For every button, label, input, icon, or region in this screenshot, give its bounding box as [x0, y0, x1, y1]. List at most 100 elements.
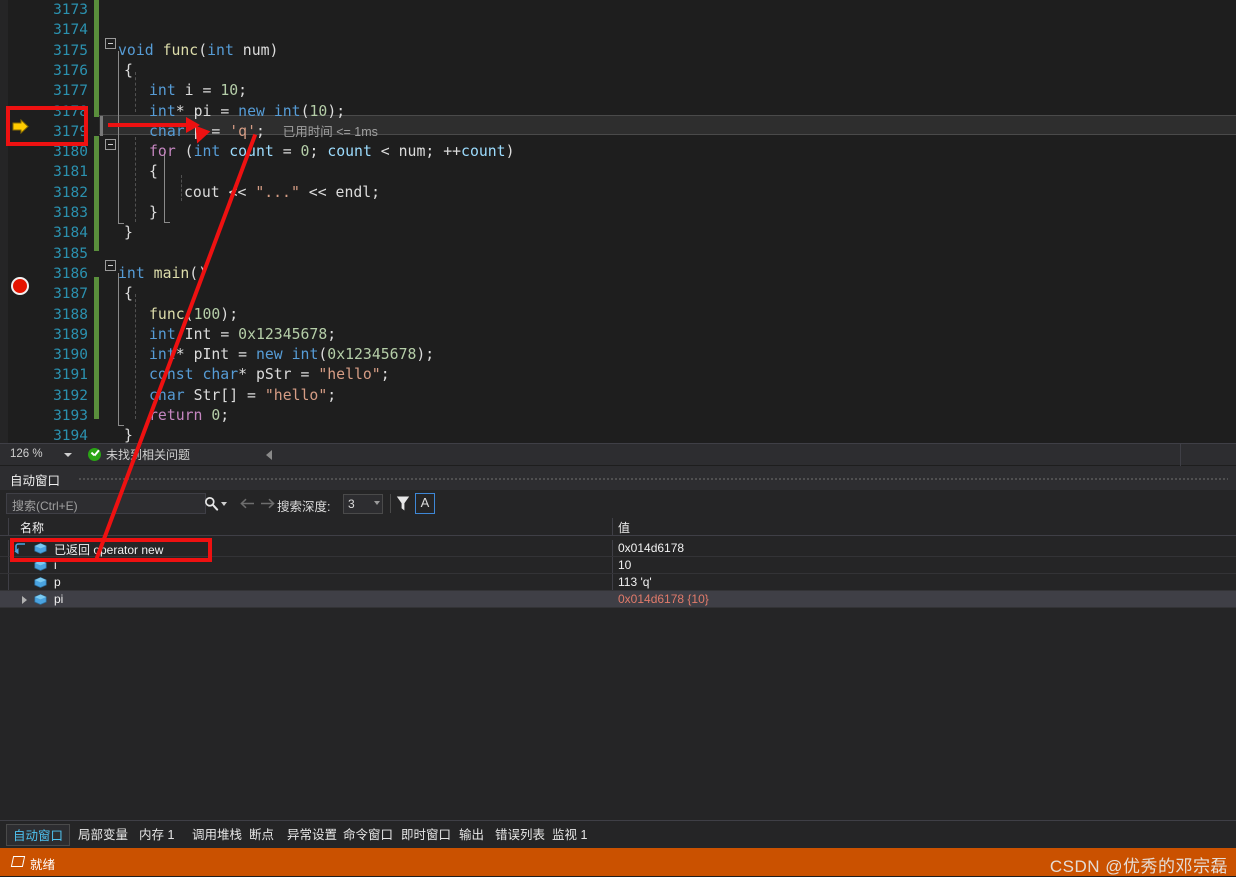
- code-text-area[interactable]: void func(int num) { int i = 10; int* pi…: [104, 0, 1236, 443]
- code-line-3181: {: [149, 163, 158, 181]
- column-header-value[interactable]: 值: [618, 519, 630, 536]
- change-bar: [94, 277, 99, 419]
- code-line-3178: int* pi = new int(10);: [149, 102, 346, 120]
- autos-panel-title-bar: 自动窗口: [0, 466, 1236, 490]
- tab-exception-settings[interactable]: 异常设置: [281, 824, 343, 846]
- match-case-button[interactable]: A: [415, 493, 435, 514]
- tab-watch-1[interactable]: 监视 1: [546, 824, 593, 846]
- chevron-down-icon: [64, 453, 72, 457]
- autos-panel: 自动窗口 搜索(Ctrl+E) 搜索深度: 3 A 名称 值 已返回 opera…: [0, 466, 1236, 820]
- code-line-3191: const char* pStr = "hello";: [149, 366, 390, 384]
- change-bar: [94, 0, 99, 117]
- issues-status-label: 未找到相关问题: [106, 448, 191, 462]
- table-row[interactable]: pi 0x014d6178 {10}: [0, 591, 1236, 608]
- indent-guide: [135, 137, 136, 222]
- annotation-box-returned-row: [10, 538, 212, 562]
- line-number-gutter: 3173 3174 3175 3176 3177 3178 3179 3180 …: [32, 0, 92, 443]
- status-text: 就绪: [30, 858, 56, 872]
- tab-output[interactable]: 输出: [453, 824, 490, 846]
- variable-value[interactable]: 113 'q': [618, 575, 652, 589]
- line-number: 3173: [53, 2, 88, 18]
- status-bar: 就绪 CSDN @优秀的邓宗磊: [0, 848, 1236, 876]
- annotation-arrow-shaft: [108, 123, 190, 127]
- variables-grid-header: 名称 值: [0, 518, 1236, 536]
- search-options-chevron-down-icon[interactable]: [221, 502, 227, 506]
- no-issues-check-icon: [88, 448, 101, 461]
- line-number: 3193: [53, 408, 88, 424]
- search-depth-label: 搜索深度:: [277, 500, 331, 514]
- grid-column-splitter[interactable]: [612, 518, 613, 535]
- zoom-level-label: 126 %: [10, 448, 43, 460]
- nav-back-arrow-icon[interactable]: [239, 496, 256, 511]
- status-separator: [1180, 444, 1181, 466]
- row-left-divider: [8, 540, 9, 556]
- search-placeholder: 搜索(Ctrl+E): [12, 499, 78, 513]
- annotation-box-current-line: [6, 106, 88, 146]
- variable-value[interactable]: 0x014d6178 {10}: [618, 592, 709, 606]
- code-line-3184: }: [124, 224, 133, 242]
- line-number: 3190: [53, 347, 88, 364]
- line-number: 3181: [53, 164, 88, 181]
- row-column-divider: [612, 540, 613, 556]
- title-dot-fill: [78, 477, 1228, 480]
- block-bracket: [118, 51, 119, 223]
- fold-collapse-icon[interactable]: [105, 260, 116, 271]
- nav-forward-arrow-icon[interactable]: [259, 496, 276, 511]
- column-header-name[interactable]: 名称: [20, 519, 44, 536]
- line-number: 3187: [53, 286, 88, 303]
- indent-guide: [181, 175, 182, 201]
- variable-value[interactable]: 10: [618, 558, 631, 572]
- variable-value[interactable]: 0x014d6178: [618, 541, 684, 555]
- code-line-3193: return 0;: [149, 407, 230, 424]
- indent-guide: [135, 72, 136, 112]
- line-number: 3183: [53, 205, 88, 221]
- match-case-label: A: [420, 495, 430, 510]
- tab-immediate-window[interactable]: 即时窗口: [395, 824, 457, 846]
- code-line-3177: int i = 10;: [149, 82, 248, 100]
- search-icon[interactable]: [204, 496, 219, 511]
- row-column-divider: [612, 574, 613, 590]
- line-number: 3188: [53, 306, 88, 323]
- line-number: 3191: [53, 367, 88, 384]
- search-depth-chevron-down-icon[interactable]: [374, 501, 380, 505]
- tab-call-stack[interactable]: 调用堆栈: [186, 824, 248, 846]
- change-bar: [94, 136, 99, 251]
- filter-funnel-icon[interactable]: [396, 495, 410, 512]
- tab-locals[interactable]: 局部变量: [72, 824, 134, 846]
- block-bracket: [164, 152, 165, 222]
- line-number: 3185: [53, 245, 88, 262]
- grid-header-divider: [8, 518, 9, 535]
- vs-debugger-window: 3173 3174 3175 3176 3177 3178 3179 3180 …: [0, 0, 1236, 876]
- tab-error-list[interactable]: 错误列表: [489, 824, 551, 846]
- line-number: 3177: [53, 83, 88, 100]
- csdn-watermark: CSDN @优秀的邓宗磊: [1049, 857, 1228, 876]
- code-line-3176: {: [124, 61, 133, 79]
- line-number: 3175: [53, 42, 88, 59]
- row-column-divider: [612, 557, 613, 573]
- fold-collapse-icon[interactable]: [105, 139, 116, 150]
- breakpoint-icon[interactable]: [11, 277, 29, 295]
- elapsed-time-hint: 已用时间 <= 1ms: [282, 124, 378, 139]
- fold-collapse-icon[interactable]: [105, 38, 116, 49]
- search-depth-value: 3: [348, 497, 355, 511]
- tab-autos[interactable]: 自动窗口: [6, 824, 71, 846]
- search-input[interactable]: 搜索(Ctrl+E): [6, 493, 206, 514]
- code-line-3192: char Str[] = "hello";: [149, 386, 337, 404]
- code-line-3182: cout << "..." << endl;: [184, 183, 381, 201]
- tab-command-window[interactable]: 命令窗口: [337, 824, 399, 846]
- editor-indicator-margin[interactable]: [8, 0, 32, 443]
- code-line-3188: func(100);: [149, 305, 239, 323]
- issues-prev-arrow-icon[interactable]: [266, 450, 272, 460]
- current-line-edge-marker: [100, 116, 103, 137]
- expand-triangle-icon[interactable]: [22, 596, 27, 604]
- row-column-divider: [612, 591, 613, 607]
- table-row[interactable]: p 113 'q': [0, 574, 1236, 591]
- tab-memory-1[interactable]: 内存 1: [133, 824, 180, 846]
- line-number: 3194: [53, 428, 88, 443]
- code-editor[interactable]: 3173 3174 3175 3176 3177 3178 3179 3180 …: [0, 0, 1236, 443]
- code-line-3194: }: [124, 427, 133, 443]
- code-line-3186: int main(): [118, 264, 208, 282]
- tab-breakpoints[interactable]: 断点: [243, 824, 280, 846]
- bottom-tab-bar: 自动窗口 局部变量 内存 1 调用堆栈 断点 异常设置 命令窗口 即时窗口 输出…: [0, 820, 1236, 848]
- zoom-level-selector[interactable]: 126 %: [6, 445, 74, 464]
